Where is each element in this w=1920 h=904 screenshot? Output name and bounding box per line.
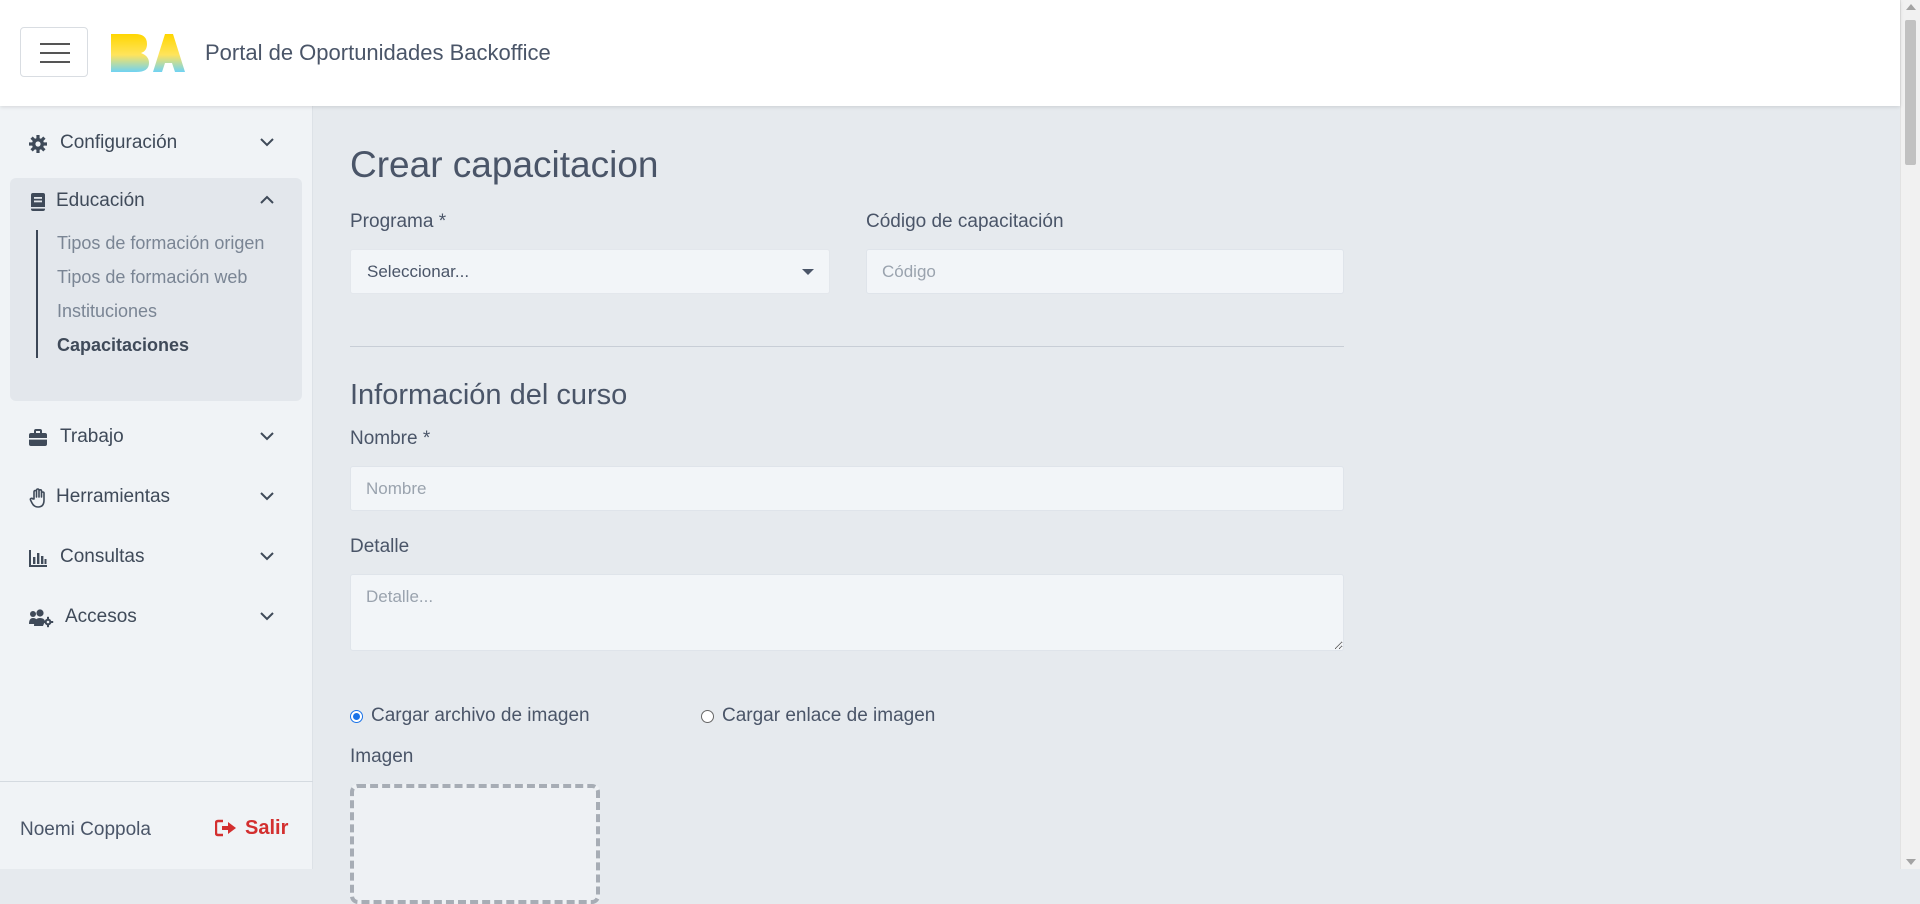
chevron-down-icon (260, 138, 274, 147)
sidebar-item-configuracion[interactable]: Configuración (10, 120, 302, 166)
radio-label: Cargar enlace de imagen (722, 705, 936, 726)
scroll-up-arrow-icon[interactable] (1906, 4, 1916, 10)
main-content: Crear capacitacion Programa * Selecciona… (313, 106, 1900, 904)
radio-label: Cargar archivo de imagen (371, 705, 590, 726)
ba-logo (111, 34, 185, 72)
sidebar-submenu-educacion: Tipos de formación origen Tipos de forma… (36, 230, 277, 358)
sidebar-footer: Noemi Coppola Salir (0, 781, 313, 870)
hamburger-line (40, 43, 70, 45)
radio-cargar-archivo[interactable]: Cargar archivo de imagen (350, 705, 590, 727)
user-name: Noemi Coppola (20, 819, 151, 840)
radio-button-unselected[interactable] (701, 709, 714, 723)
hamburger-line (40, 52, 70, 54)
page-title: Crear capacitacion (350, 144, 659, 185)
sidebar-item-educacion[interactable]: Educación (10, 178, 302, 224)
detalle-label: Detalle (350, 536, 410, 557)
sidebar-item-herramientas[interactable]: Herramientas (10, 474, 302, 520)
sidebar: Configuración Educación Tipos de formaci… (0, 106, 313, 869)
sidebar-item-accesos[interactable]: Accesos (10, 594, 302, 640)
codigo-input[interactable] (866, 249, 1344, 294)
programa-label: Programa * (350, 211, 447, 232)
detalle-textarea[interactable] (350, 574, 1344, 651)
caret-down-icon (802, 269, 814, 275)
app-title: Portal de Oportunidades Backoffice (205, 40, 551, 65)
sidebar-item-label: Herramientas (56, 486, 171, 507)
sidebar-item-label: Educación (56, 190, 145, 211)
chevron-up-icon (260, 195, 274, 204)
radio-cargar-enlace[interactable]: Cargar enlace de imagen (701, 705, 935, 727)
chevron-down-icon (260, 612, 274, 621)
users-gear-icon (29, 609, 54, 628)
chevron-down-icon (260, 492, 274, 501)
logout-button[interactable]: Salir (214, 817, 289, 840)
chevron-down-icon (260, 432, 274, 441)
sidebar-item-label: Consultas (60, 546, 145, 567)
radio-button-selected[interactable] (350, 709, 363, 723)
sidebar-item-trabajo[interactable]: Trabajo (10, 414, 302, 460)
chart-icon (29, 550, 47, 567)
sidebar-item-label: Trabajo (60, 426, 124, 447)
sign-out-icon (214, 819, 236, 837)
sidebar-item-label: Accesos (65, 606, 137, 627)
briefcase-icon (29, 429, 47, 446)
codigo-label: Código de capacitación (866, 211, 1064, 232)
sidebar-subitem-capacitaciones[interactable]: Capacitaciones (57, 332, 277, 358)
hand-icon (29, 488, 45, 508)
hamburger-line (40, 61, 70, 63)
image-dropzone[interactable] (350, 784, 600, 904)
sidebar-subitem-tipos-formacion-origen[interactable]: Tipos de formación origen (57, 230, 277, 256)
sidebar-item-label: Configuración (60, 132, 178, 153)
top-header: Portal de Oportunidades Backoffice (0, 0, 1900, 106)
programa-select-value: Seleccionar... (367, 262, 470, 281)
sidebar-group-educacion: Educación Tipos de formación origen Tipo… (10, 178, 302, 401)
book-icon (31, 193, 45, 211)
chevron-down-icon (260, 552, 274, 561)
section-title-informacion-curso: Información del curso (350, 379, 628, 411)
sidebar-item-consultas[interactable]: Consultas (10, 534, 302, 580)
logout-label: Salir (245, 817, 289, 839)
scrollbar-thumb[interactable] (1905, 20, 1916, 165)
hamburger-menu-button[interactable] (20, 27, 88, 77)
nombre-label: Nombre * (350, 428, 431, 449)
programa-select[interactable]: Seleccionar... (350, 249, 830, 294)
section-divider (350, 346, 1344, 347)
gear-icon (29, 135, 47, 153)
sidebar-subitem-tipos-formacion-web[interactable]: Tipos de formación web (57, 264, 277, 290)
sidebar-subitem-instituciones[interactable]: Instituciones (57, 298, 277, 324)
imagen-label: Imagen (350, 746, 414, 767)
scroll-down-arrow-icon[interactable] (1906, 859, 1916, 865)
page-scrollbar[interactable] (1900, 0, 1920, 869)
nombre-input[interactable] (350, 466, 1344, 511)
